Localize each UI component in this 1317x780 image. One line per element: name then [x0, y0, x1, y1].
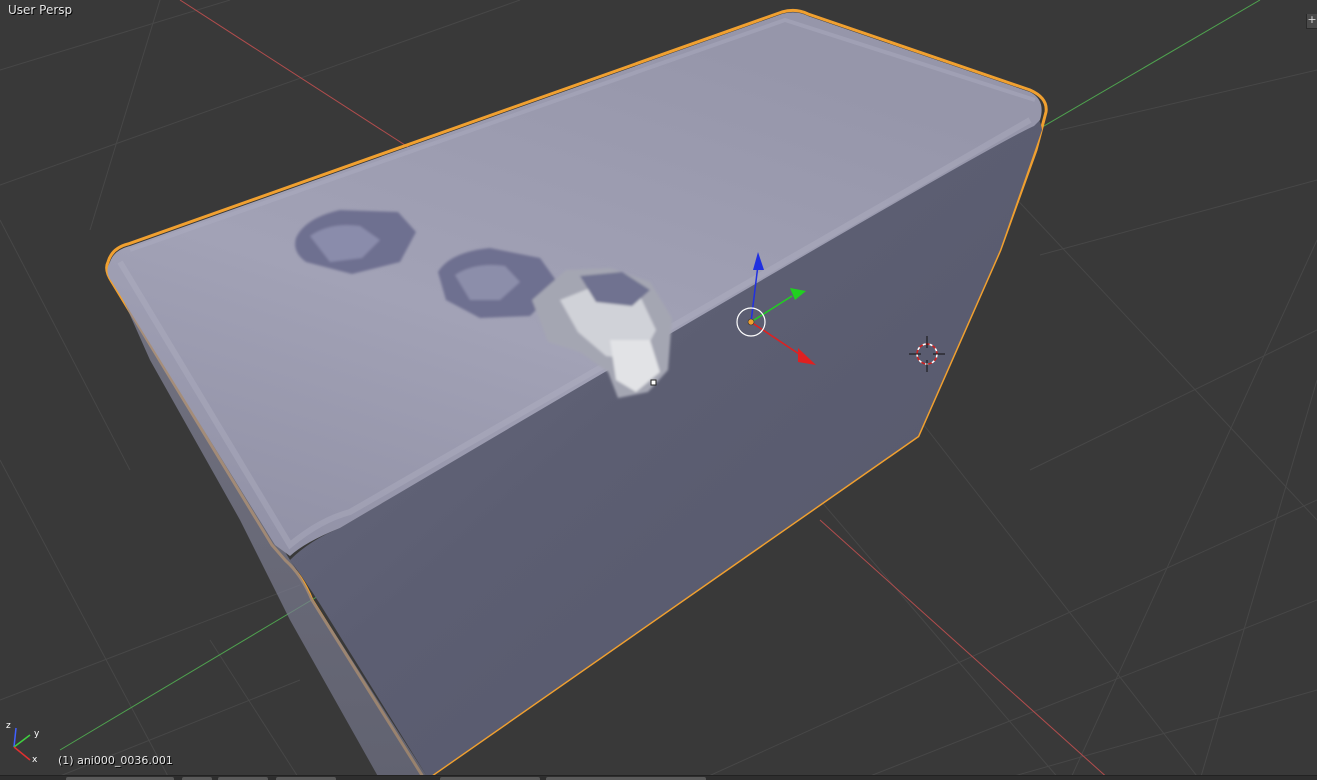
axis-z-label: z [6, 721, 11, 731]
axis-x-label: x [32, 755, 38, 765]
view-axes-widget: z y x [6, 721, 40, 765]
world-y-axis [1019, 0, 1261, 141]
world-x-axis-lower [819, 519, 1111, 780]
viewport-header-strip [0, 775, 1317, 780]
world-y-axis-lower [59, 594, 321, 751]
mesh-object[interactable] [105, 8, 1048, 780]
viewport-scene[interactable]: z y x [0, 0, 1317, 780]
3d-viewport[interactable]: z y x User Persp (1) ani000_0036.001 + [0, 0, 1317, 780]
view-name: User Persp [8, 3, 73, 17]
object-info: (1) ani000_0036.001 [58, 754, 173, 767]
plus-icon[interactable]: + [1306, 14, 1317, 29]
axis-y-label: y [34, 729, 40, 739]
